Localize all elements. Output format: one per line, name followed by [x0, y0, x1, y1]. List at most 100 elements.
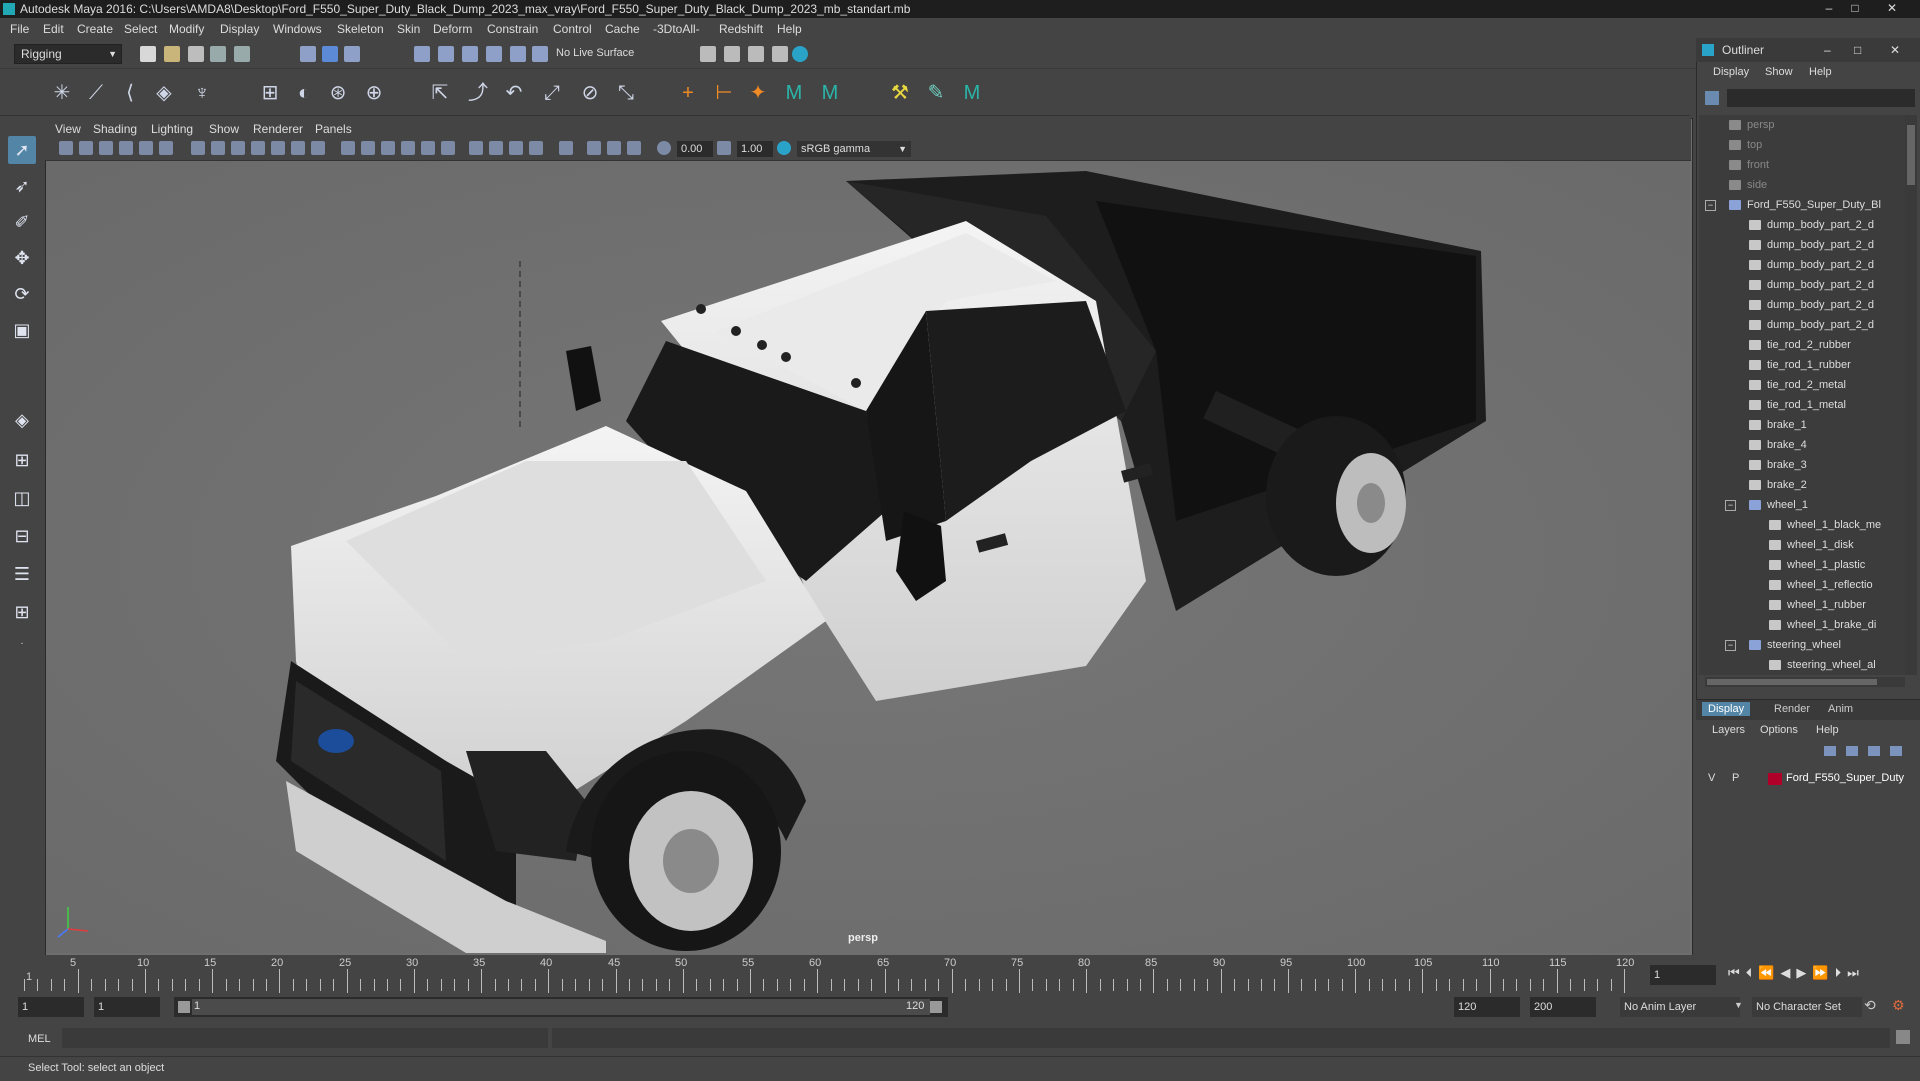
menu-set-dropdown[interactable]: Rigging ▼ — [14, 44, 122, 64]
hik-icon[interactable]: M — [782, 81, 806, 105]
outliner-scrollbar[interactable] — [1905, 115, 1917, 675]
wireframe-on-shaded-icon[interactable] — [401, 141, 415, 155]
outliner-maximize-button[interactable]: □ — [1854, 38, 1861, 62]
range-start-handle[interactable] — [178, 1001, 190, 1013]
backface-icon[interactable] — [627, 141, 641, 155]
bookmark-icon[interactable] — [99, 141, 113, 155]
panel-menu-renderer[interactable]: Renderer — [253, 122, 303, 136]
minimize-button[interactable]: – — [1818, 1, 1840, 15]
parent-constraint-icon[interactable]: ⊘ — [578, 81, 602, 105]
menu-cache[interactable]: Cache — [605, 22, 640, 36]
safe-action-icon[interactable] — [291, 141, 305, 155]
command-input[interactable] — [62, 1028, 548, 1048]
layer-menu-help[interactable]: Help — [1816, 724, 1839, 736]
outliner-item[interactable]: dump_body_part_2_d — [1699, 235, 1899, 255]
xray-joints-icon[interactable] — [587, 141, 601, 155]
film-gate-icon[interactable] — [211, 141, 225, 155]
menu-modify[interactable]: Modify — [169, 22, 204, 36]
shadows-icon[interactable] — [489, 141, 503, 155]
layer-visibility-toggle[interactable]: V — [1708, 772, 1715, 784]
xray-active-icon[interactable] — [607, 141, 621, 155]
outliner-item[interactable]: wheel_1_reflectio — [1699, 575, 1899, 595]
menu-deform[interactable]: Deform — [433, 22, 472, 36]
joint-tool-icon[interactable]: ✳ — [50, 81, 74, 105]
ambient-occlusion-icon[interactable] — [509, 141, 523, 155]
ik-handle-icon[interactable]: ⟋ — [84, 81, 108, 105]
range-end-handle[interactable] — [930, 1001, 942, 1013]
flat-shade-icon[interactable] — [381, 141, 395, 155]
viewport-3d-scene[interactable]: persp — [46, 161, 1690, 953]
outliner-item[interactable]: persp — [1699, 115, 1899, 135]
snap-live-icon[interactable] — [510, 46, 526, 62]
layout-two-stack-icon[interactable]: ⊟ — [8, 522, 36, 550]
maximize-button[interactable]: □ — [1844, 1, 1866, 15]
resolution-gate-icon[interactable] — [231, 141, 245, 155]
redo-icon[interactable] — [234, 46, 250, 62]
sculpt-icon[interactable]: ⊕ — [362, 81, 386, 105]
open-scene-icon[interactable] — [164, 46, 180, 62]
select-object-icon[interactable] — [322, 46, 338, 62]
colorspace-dropdown[interactable]: sRGB gamma ▼ — [797, 141, 911, 157]
outliner-item[interactable]: brake_4 — [1699, 435, 1899, 455]
camera-select-icon[interactable] — [59, 141, 73, 155]
select-tool-icon[interactable]: ➚ — [8, 136, 36, 164]
playback-start-field[interactable]: 1 — [94, 997, 160, 1017]
outliner-item[interactable]: tie_rod_2_metal — [1699, 375, 1899, 395]
tab-anim[interactable]: Anim — [1828, 703, 1853, 715]
go-to-start-icon[interactable]: ⏮ — [1728, 965, 1746, 980]
outliner-item[interactable]: wheel_1_black_me — [1699, 515, 1899, 535]
time-slider[interactable]: 5 10 15 20 25 30 35 40 45 50 55 60 65 70 75 80 85 90 95 100… — [0, 955, 1920, 995]
new-scene-icon[interactable] — [140, 46, 156, 62]
mirror-joint-icon[interactable]: ◈ — [152, 81, 176, 105]
pole-vector-icon[interactable]: ⤡ — [614, 81, 638, 105]
outliner-item[interactable]: wheel_1_plastic — [1699, 555, 1899, 575]
gate-mask-icon[interactable] — [251, 141, 265, 155]
anim-layer-dropdown[interactable]: No Anim Layer — [1620, 997, 1740, 1017]
locator-icon[interactable]: + — [676, 81, 700, 105]
render-settings-icon[interactable] — [772, 46, 788, 62]
handle-icon[interactable]: ⊢ — [712, 81, 736, 105]
exposure-icon[interactable] — [657, 141, 671, 155]
layout-two-side-icon[interactable]: ◫ — [8, 484, 36, 512]
animation-start-field[interactable]: 1 — [18, 997, 84, 1017]
collapse-icon[interactable]: − — [1705, 200, 1716, 211]
script-editor-icon[interactable] — [1896, 1030, 1910, 1044]
outliner-item[interactable]: dump_body_part_2_d — [1699, 315, 1899, 335]
image-plane-icon[interactable] — [119, 141, 133, 155]
range-bar[interactable]: 1 1 120 — [174, 997, 948, 1017]
play-forward-icon[interactable]: ▶ — [1796, 965, 1812, 980]
outliner-item[interactable]: dump_body_part_2_d — [1699, 295, 1899, 315]
new-layer-icon[interactable] — [1868, 746, 1880, 756]
aim-constraint-icon[interactable]: ⤴ — [466, 81, 490, 105]
safe-title-icon[interactable] — [311, 141, 325, 155]
outliner-item[interactable]: steering_wheel_al — [1699, 655, 1899, 675]
outliner-item[interactable]: dump_body_part_2_d — [1699, 275, 1899, 295]
rotate-tool-icon[interactable]: ⟳ — [8, 280, 36, 308]
menu-redshift[interactable]: Redshift — [719, 22, 763, 36]
outliner-item[interactable]: wheel_1_disk — [1699, 535, 1899, 555]
exposure-field[interactable]: 0.00 — [677, 141, 713, 157]
menu-display[interactable]: Display — [220, 22, 259, 36]
layer-color-swatch[interactable] — [1768, 773, 1782, 785]
outliner-item[interactable]: top — [1699, 135, 1899, 155]
snap-view-plane-icon[interactable] — [486, 46, 502, 62]
scale-constraint-icon[interactable]: ⤢ — [540, 81, 564, 105]
auto-key-icon[interactable]: ⟲ — [1864, 997, 1876, 1014]
gamma-icon[interactable] — [717, 141, 731, 155]
play-back-icon[interactable]: ◀ — [1780, 965, 1796, 980]
outliner-minimize-button[interactable]: – — [1824, 38, 1831, 62]
current-frame-field[interactable]: 1 — [1650, 965, 1716, 985]
move-tool-icon[interactable]: ✥ — [8, 244, 36, 272]
paint-weights-icon[interactable]: ⚒ — [888, 81, 912, 105]
collapse-icon[interactable]: − — [1725, 640, 1736, 651]
outliner-item[interactable]: brake_3 — [1699, 455, 1899, 475]
wireframe-icon[interactable] — [341, 141, 355, 155]
collapse-icon[interactable]: − — [1725, 500, 1736, 511]
outliner-filter-icon[interactable] — [1705, 91, 1719, 105]
outliner-item[interactable]: tie_rod_1_rubber — [1699, 355, 1899, 375]
layout-more-icon[interactable]: · — [8, 630, 36, 658]
outliner-search-input[interactable] — [1727, 89, 1915, 107]
outliner-menu-help[interactable]: Help — [1809, 66, 1832, 78]
isolate-select-icon[interactable] — [559, 141, 573, 155]
outliner-item[interactable]: tie_rod_1_metal — [1699, 395, 1899, 415]
